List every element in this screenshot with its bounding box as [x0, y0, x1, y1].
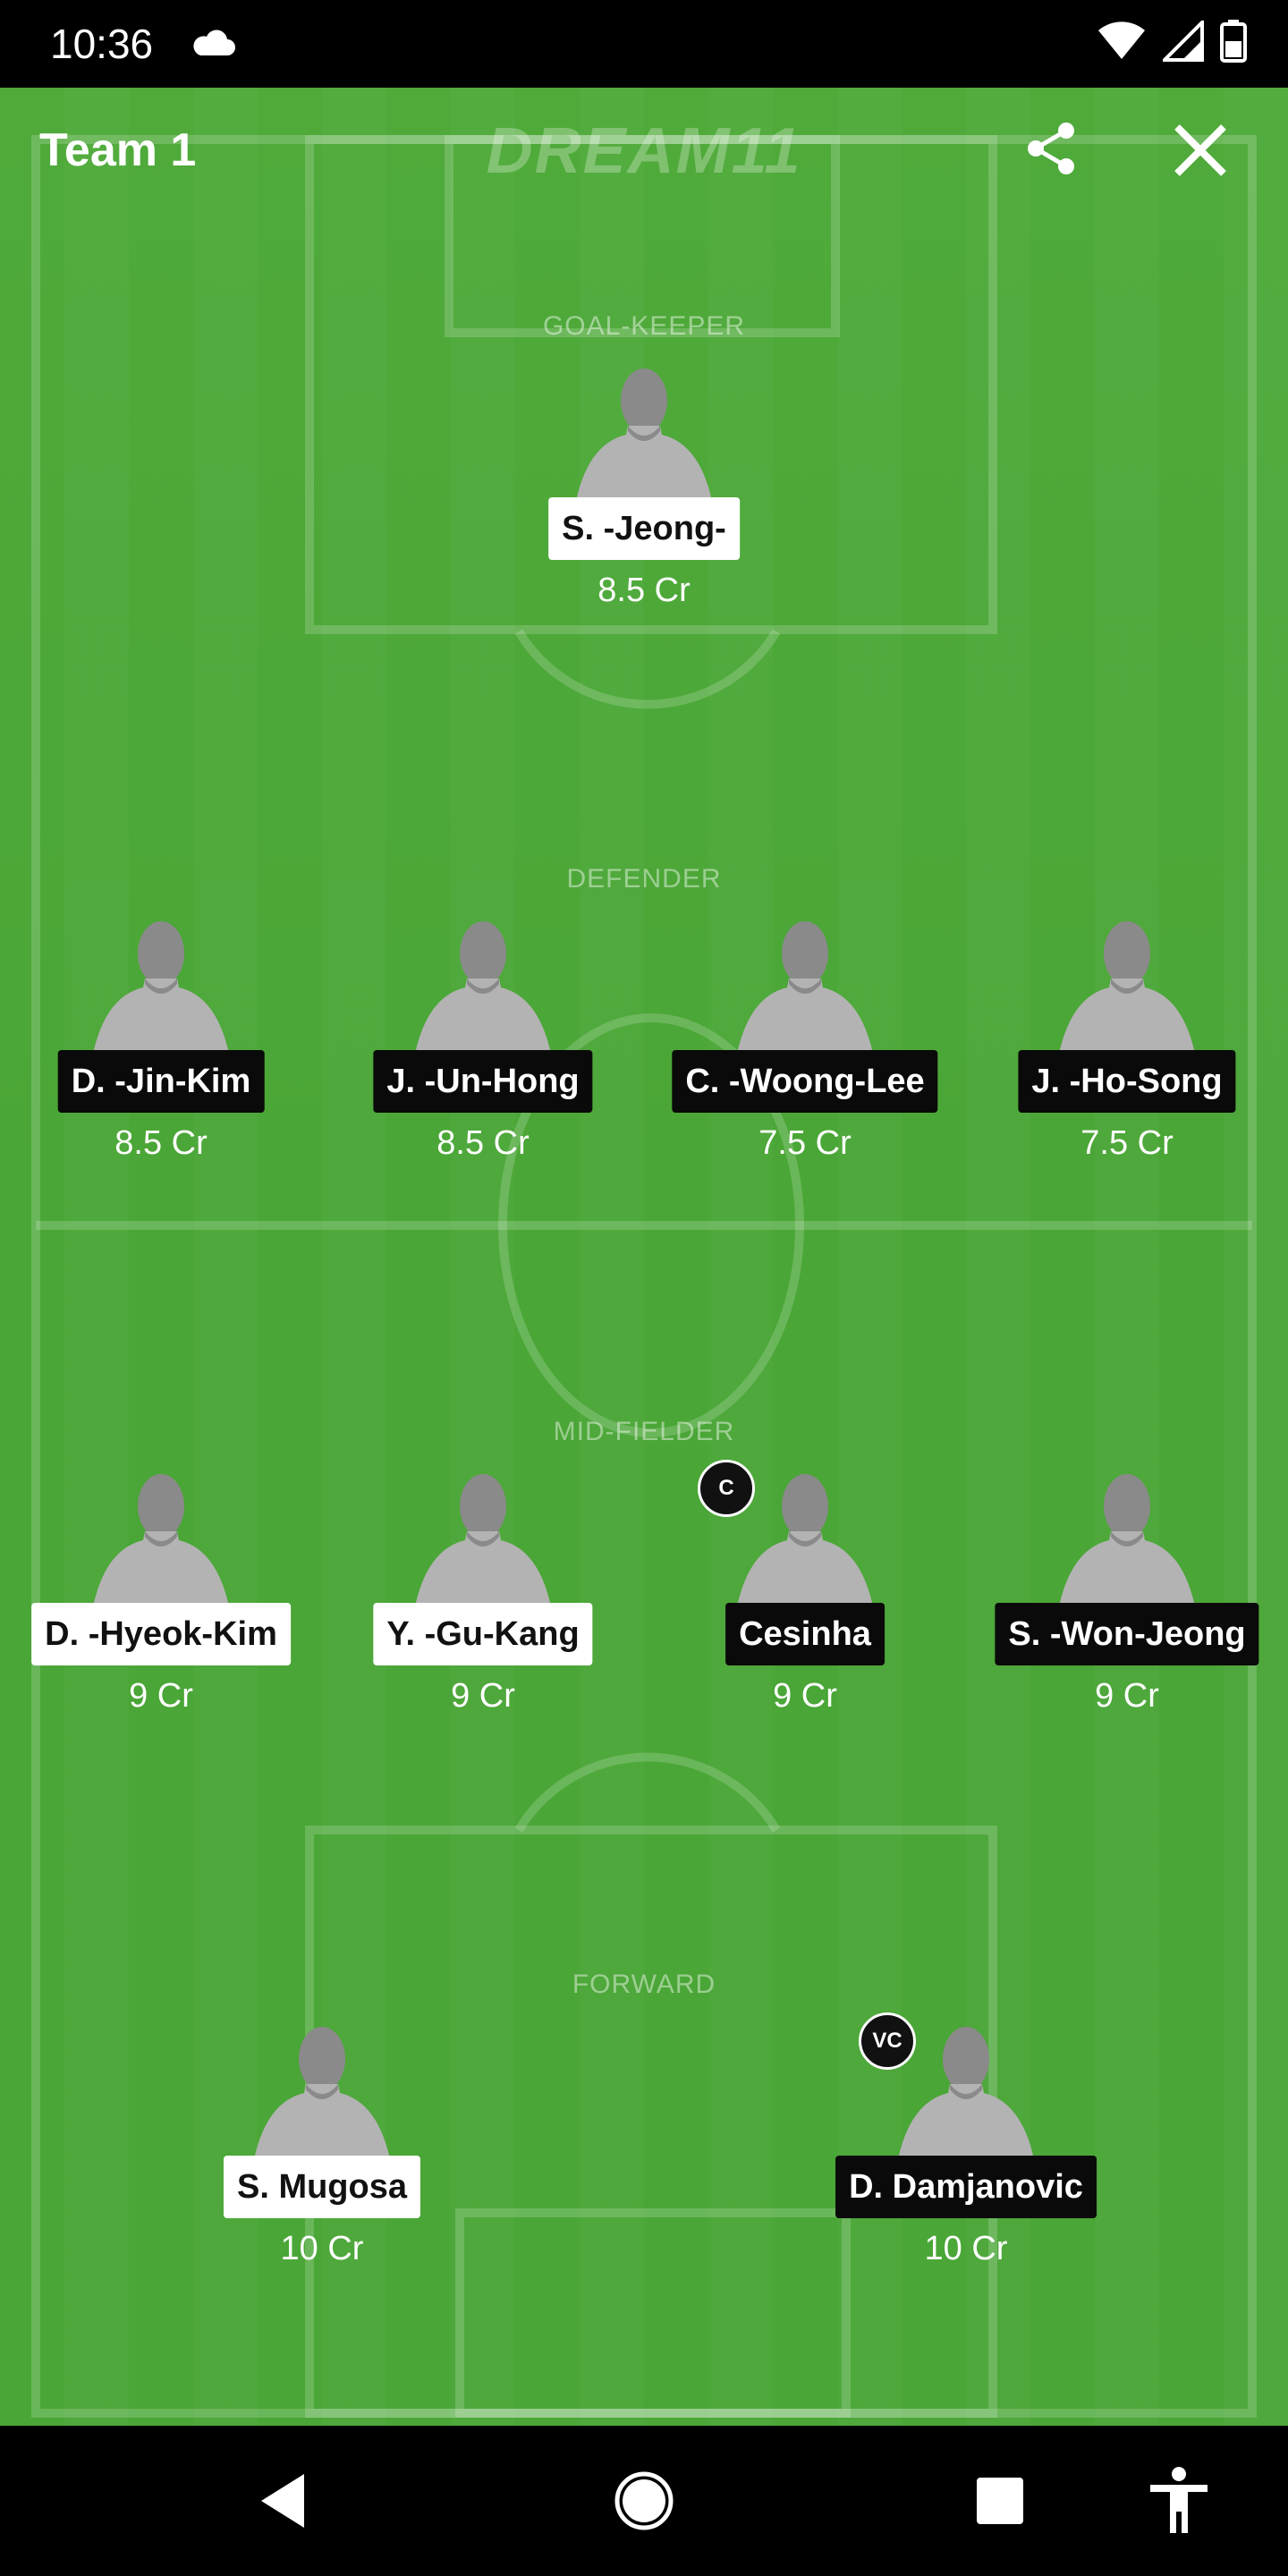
player-price: 10 Cr: [924, 2230, 1008, 2267]
wifi-icon: [1097, 21, 1147, 65]
player-price: 9 Cr: [451, 1677, 515, 1715]
player-avatar-icon: [576, 369, 712, 501]
player-name: Y. -Gu-Kang: [373, 1603, 593, 1665]
player-avatar-icon: [93, 1474, 229, 1606]
accessibility-button[interactable]: [1143, 2465, 1215, 2537]
signal-icon: [1160, 18, 1204, 66]
share-icon: [1028, 123, 1074, 174]
player-name: S. -Jeong-: [548, 497, 740, 560]
player-price: 8.5 Cr: [114, 1124, 208, 1162]
player-card[interactable]: S. -Jeong- 8.5 Cr: [519, 367, 769, 635]
vice-captain-badge: VC: [859, 2012, 916, 2070]
player-price: 10 Cr: [280, 2230, 364, 2267]
player-avatar-icon: [898, 2027, 1034, 2159]
player-price: 9 Cr: [773, 1677, 837, 1715]
back-button[interactable]: [249, 2465, 320, 2537]
player-name: J. -Un-Hong: [373, 1050, 593, 1113]
player-name: D. -Jin-Kim: [57, 1050, 265, 1113]
accessibility-icon: [1150, 2467, 1208, 2533]
home-icon: [614, 2471, 674, 2530]
player-card[interactable]: C Cesinha 9 Cr: [680, 1460, 930, 1741]
recents-button[interactable]: [964, 2465, 1036, 2537]
player-avatar-icon: [1059, 921, 1195, 1054]
player-card[interactable]: J. -Un-Hong 8.5 Cr: [358, 919, 608, 1188]
section-defender: DEFENDER: [566, 864, 722, 894]
player-card[interactable]: S. -Won-Jeong 9 Cr: [995, 1472, 1259, 1741]
status-time: 10:36: [50, 21, 154, 67]
player-price: 9 Cr: [129, 1677, 193, 1715]
player-avatar-icon: [1059, 1474, 1195, 1606]
player-price: 7.5 Cr: [1080, 1124, 1174, 1162]
player-name: Cesinha: [725, 1603, 885, 1665]
share-button[interactable]: [1023, 120, 1080, 177]
player-avatar-icon: [737, 1474, 873, 1606]
player-name: S. -Won-Jeong: [995, 1603, 1259, 1665]
captain-badge: C: [698, 1460, 755, 1517]
section-midfielder: MID-FIELDER: [553, 1417, 735, 1446]
player-name: C. -Woong-Lee: [672, 1050, 938, 1113]
player-name: D. Damjanovic: [835, 2156, 1097, 2218]
player-card[interactable]: C. -Woong-Lee 7.5 Cr: [672, 919, 938, 1188]
player-avatar-icon: [415, 921, 551, 1054]
back-icon: [261, 2474, 304, 2528]
brand-logo: DREAM11: [486, 115, 802, 187]
player-card[interactable]: VC D. Damjanovic 10 Cr: [835, 2012, 1097, 2293]
status-bar: 10:36: [0, 0, 1288, 88]
player-name: J. -Ho-Song: [1018, 1050, 1236, 1113]
player-card[interactable]: D. -Hyeok-Kim 9 Cr: [31, 1472, 291, 1741]
player-price: 8.5 Cr: [436, 1124, 530, 1162]
player-avatar-icon: [415, 1474, 551, 1606]
player-card[interactable]: D. -Jin-Kim 8.5 Cr: [36, 919, 286, 1188]
close-button[interactable]: [1170, 120, 1231, 181]
home-button[interactable]: [608, 2465, 680, 2537]
player-card[interactable]: Y. -Gu-Kang 9 Cr: [358, 1472, 608, 1741]
player-price: 7.5 Cr: [758, 1124, 852, 1162]
player-price: 8.5 Cr: [597, 572, 691, 609]
player-name: D. -Hyeok-Kim: [31, 1603, 291, 1665]
close-icon: [1174, 124, 1226, 176]
player-card[interactable]: J. -Ho-Song 7.5 Cr: [1002, 919, 1252, 1188]
status-icons: [1097, 18, 1247, 67]
navigation-bar: [0, 2426, 1288, 2576]
player-price: 9 Cr: [1095, 1677, 1159, 1715]
player-name: S. Mugosa: [223, 2156, 421, 2218]
section-forward: FORWARD: [572, 1970, 716, 1999]
recents-icon: [977, 2478, 1023, 2524]
pitch: Team 1 DREAM11 GOAL-KEEPER DEFENDER MID-…: [0, 88, 1288, 2426]
section-goalkeeper: GOAL-KEEPER: [542, 311, 746, 341]
cloud-icon: [190, 25, 238, 65]
player-avatar-icon: [254, 2027, 390, 2159]
player-card[interactable]: S. Mugosa 10 Cr: [197, 2025, 447, 2293]
battery-icon: [1220, 20, 1247, 67]
player-avatar-icon: [93, 921, 229, 1054]
player-avatar-icon: [737, 921, 873, 1054]
